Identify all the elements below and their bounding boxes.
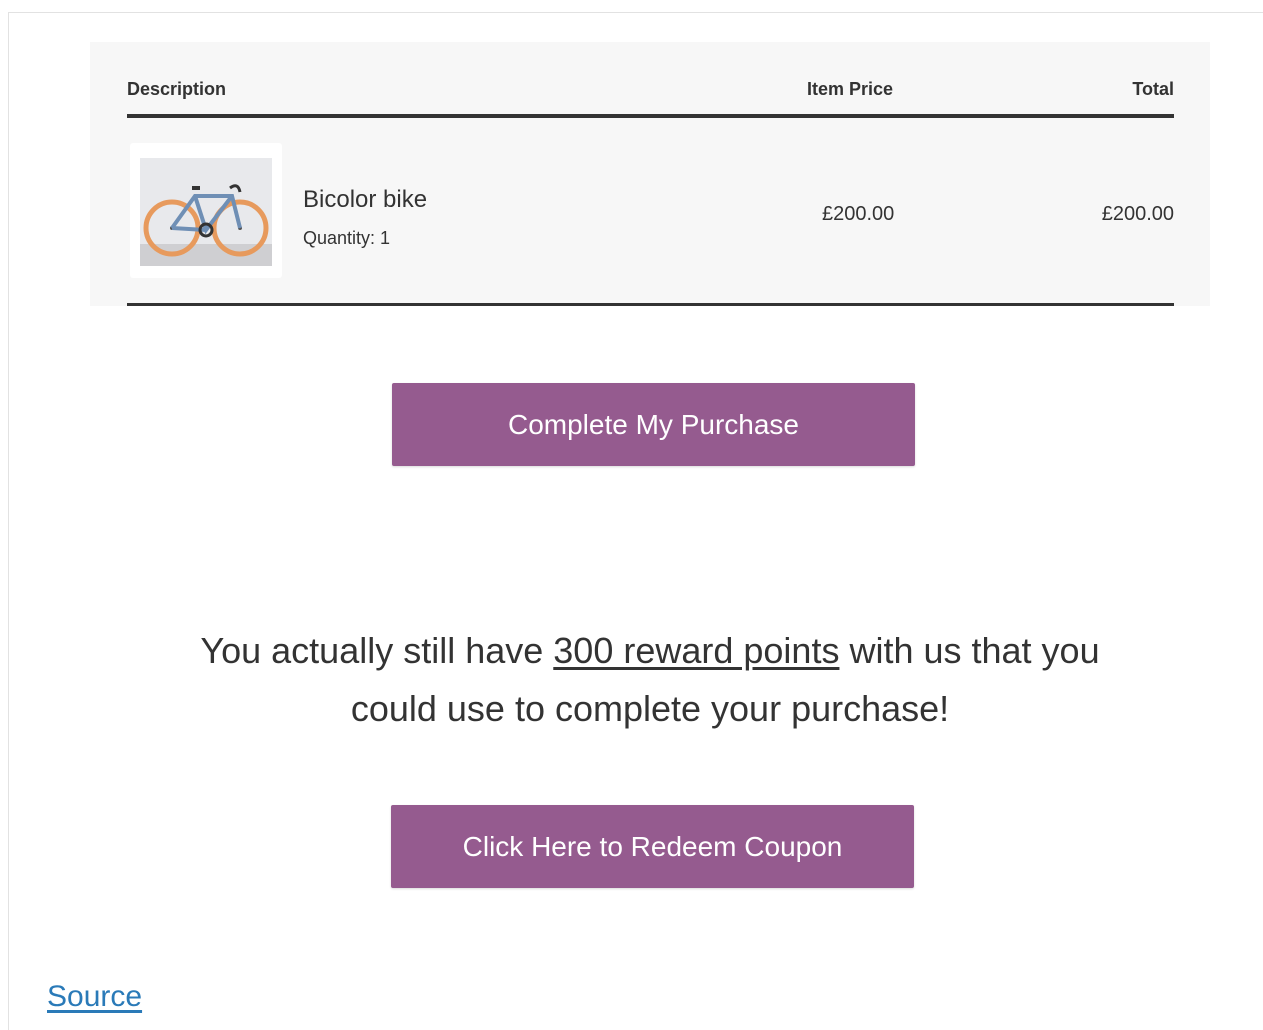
cart-header-row: Description Item Price Total (127, 62, 1174, 118)
bicycle-icon (140, 158, 272, 266)
product-quantity: Quantity: 1 (303, 228, 391, 248)
reward-points-link[interactable]: 300 reward points (553, 630, 839, 671)
product-total: £200.00 (1101, 203, 1174, 225)
complete-purchase-button[interactable]: Complete My Purchase (392, 383, 915, 466)
redeem-coupon-button[interactable]: Click Here to Redeem Coupon (391, 805, 914, 888)
product-name: Bicolor bike (303, 186, 428, 213)
column-header-total: Total (1132, 79, 1174, 99)
product-thumbnail[interactable] (130, 143, 282, 278)
reward-text-before: You actually still have (200, 630, 554, 671)
table-row: Bicolor bike Quantity: 1 £200.00 £200.00 (127, 118, 1174, 306)
product-item-price: £200.00 (822, 203, 895, 225)
column-header-item-price: Item Price (807, 79, 894, 99)
cart-table: Description Item Price Total Bicolor bik… (127, 62, 1174, 306)
source-link[interactable]: Source (47, 980, 142, 1014)
column-header-description: Description (127, 79, 227, 99)
reward-message: You actually still have 300 reward point… (160, 622, 1140, 738)
